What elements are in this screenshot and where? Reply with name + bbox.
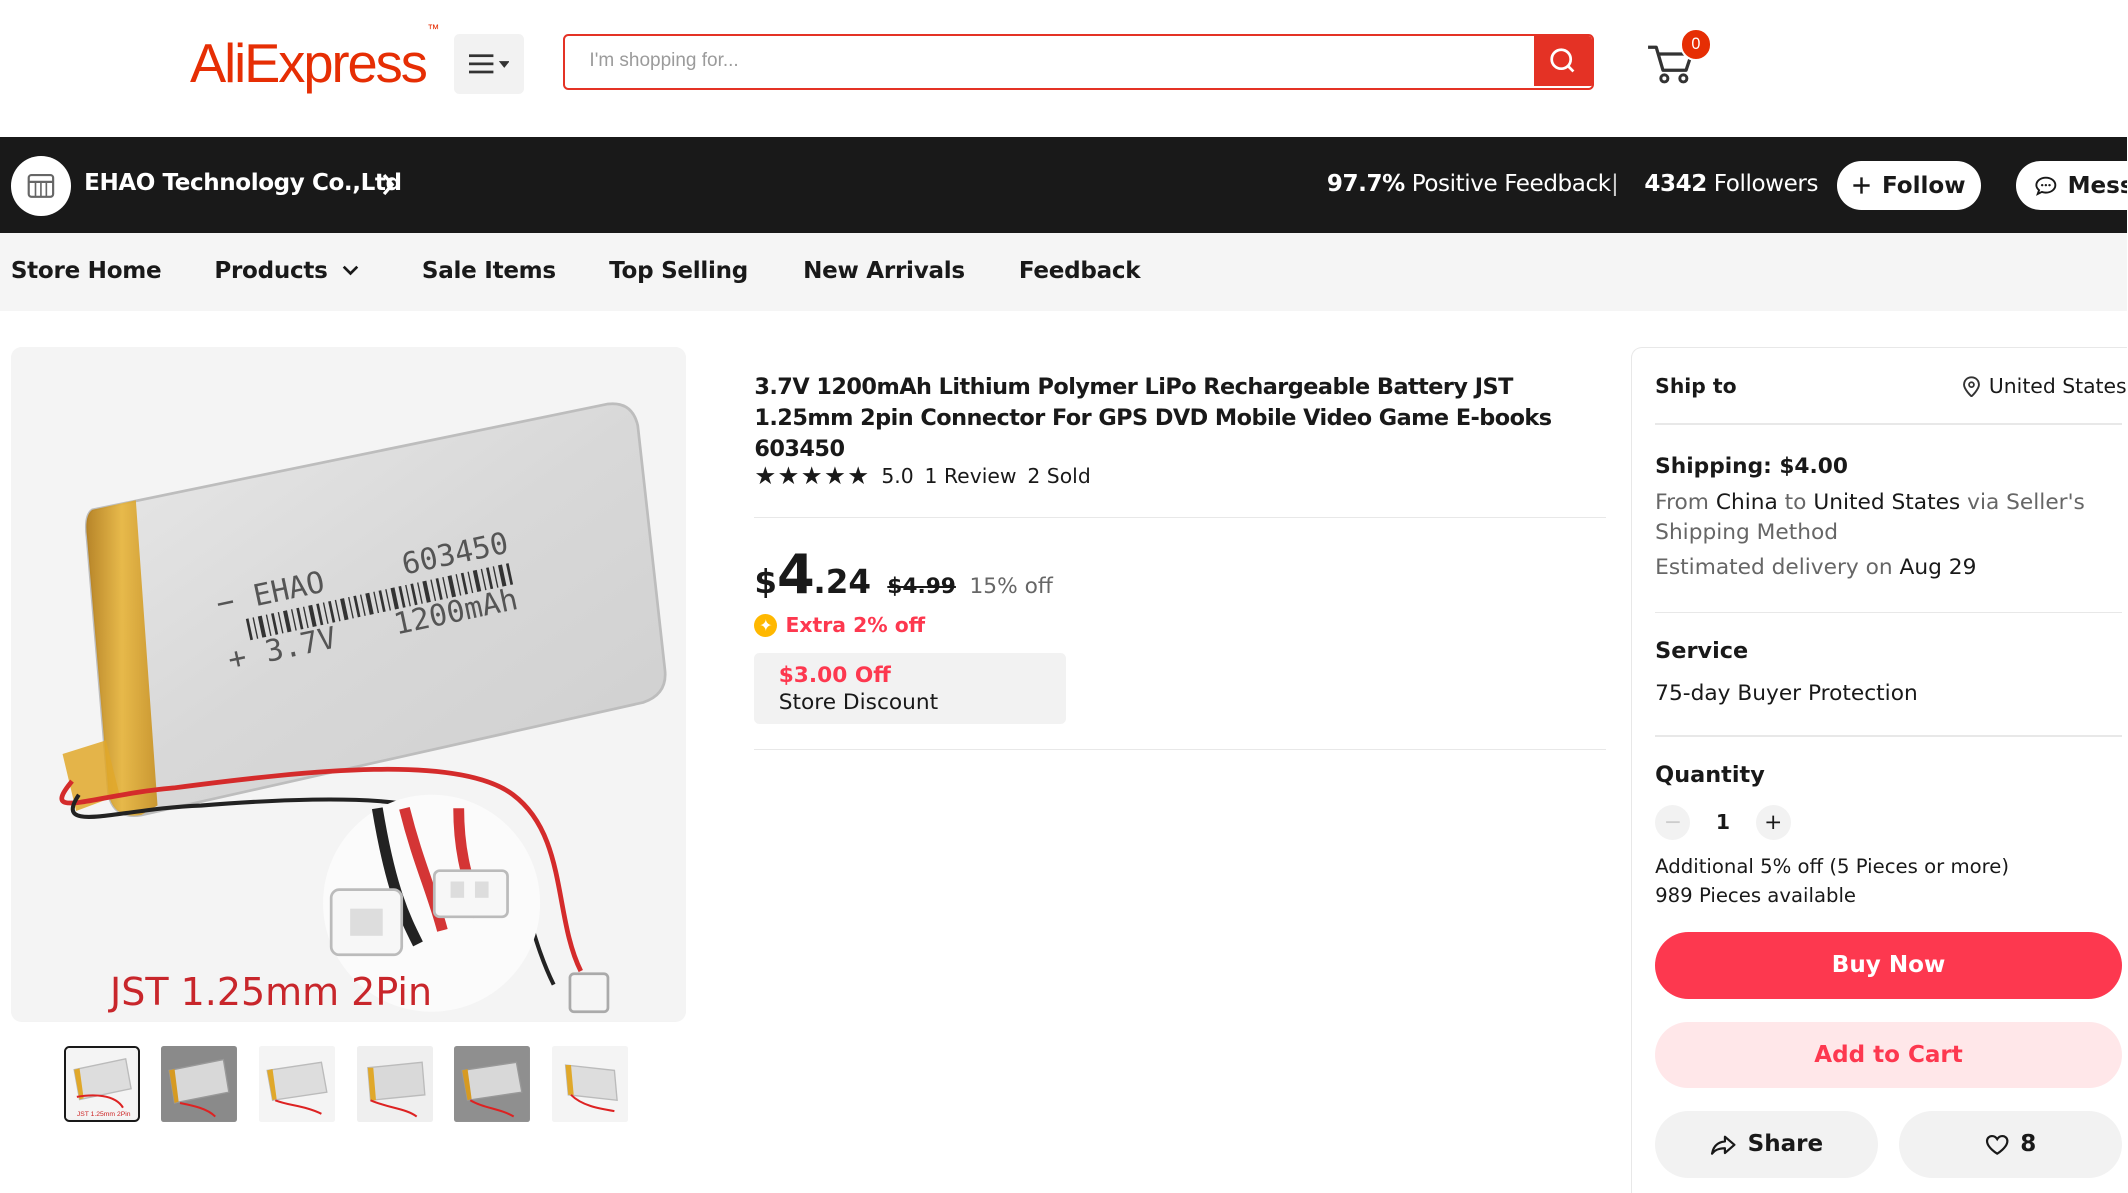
nav-top-selling[interactable]: Top Selling — [609, 258, 748, 284]
ship-to-label: Ship to — [1655, 374, 1737, 399]
service-heading: Service — [1655, 637, 1749, 664]
thumbnail[interactable]: JST 1.25mm 2Pin — [63, 1046, 140, 1122]
site-header: AliExpress™ 0 — [0, 0, 2128, 138]
ship-to-selector[interactable]: United States — [1962, 374, 2127, 398]
nav-new-arrivals[interactable]: New Arrivals — [803, 258, 965, 284]
quantity-increase-button[interactable]: + — [1755, 804, 1791, 840]
aliexpress-logo[interactable]: AliExpress™ — [190, 22, 439, 97]
estimated-delivery: Estimated delivery on Aug 29 — [1655, 554, 1977, 580]
store-bar: EHAO Technology Co.,Ltd 97.7% Positive F… — [0, 137, 2128, 234]
chevron-down-icon — [342, 265, 359, 276]
search-button[interactable] — [1533, 35, 1593, 87]
quantity-heading: Quantity — [1655, 762, 1765, 789]
coin-icon: ✦ — [754, 613, 778, 637]
thumbnail[interactable] — [454, 1046, 531, 1122]
quantity-decrease-button[interactable]: − — [1655, 804, 1691, 840]
thumbnail[interactable] — [552, 1046, 629, 1122]
plus-icon — [1853, 177, 1870, 194]
price-currency: $ — [754, 562, 777, 601]
store-logo-icon[interactable] — [10, 156, 71, 216]
share-icon — [1710, 1135, 1736, 1155]
stock-available: 989 Pieces available — [1655, 883, 1857, 907]
sold-count: 2 Sold — [1027, 463, 1091, 488]
chevron-right-icon[interactable] — [380, 171, 396, 198]
rating-value: 5.0 — [881, 463, 914, 488]
search-icon — [1550, 48, 1575, 73]
rating-row: ★★★★★ 5.0 1 Review 2 Sold — [754, 461, 1101, 490]
nav-sale-items[interactable]: Sale Items — [422, 258, 556, 284]
nav-store-home[interactable]: Store Home — [11, 258, 162, 284]
buy-now-button[interactable]: Buy Now — [1655, 932, 2122, 999]
store-name-link[interactable]: EHAO Technology Co.,Ltd — [84, 170, 402, 196]
add-to-cart-button[interactable]: Add to Cart — [1655, 1021, 2122, 1089]
coupon-amount: $3.00 Off — [778, 663, 891, 689]
price-decimal: .24 — [813, 562, 872, 601]
original-price: $4.99 — [887, 573, 956, 599]
discount-percent: 15% off — [969, 573, 1053, 599]
product-main-image[interactable]: − EHAO 603450 + 3.7V 1200mAh JST 1.25mm … — [10, 347, 687, 1022]
stat-divider: | — [1611, 169, 1619, 197]
image-caption: JST 1.25mm 2Pin — [108, 970, 432, 1014]
shipping-cost: Shipping: $4.00 — [1655, 454, 1848, 480]
divider — [1655, 423, 2122, 425]
search-input[interactable] — [565, 35, 1537, 87]
price-integer: 4 — [776, 542, 815, 606]
search-box — [563, 33, 1595, 90]
extra-discount: ✦ Extra 2% off — [754, 613, 925, 637]
quantity-value[interactable]: 1 — [1704, 810, 1742, 834]
divider — [754, 516, 1607, 519]
nav-products[interactable]: Products — [214, 258, 360, 284]
positive-feedback-stat: 97.7% Positive Feedback — [1326, 170, 1611, 197]
battery-illustration: − EHAO 603450 + 3.7V 1200mAh JST 1.25mm … — [10, 347, 687, 1022]
reviews-link[interactable]: 1 Review — [925, 464, 1017, 488]
svg-text:JST 1.25mm 2Pin: JST 1.25mm 2Pin — [77, 1111, 131, 1118]
heart-icon — [1985, 1134, 2009, 1155]
quantity-info: Additional 5% off (5 Pieces or more) 989… — [1655, 853, 2009, 910]
store-coupon[interactable]: $3.00 Off Store Discount — [754, 652, 1067, 725]
price-row: $ 4 .24 $4.99 15% off — [754, 543, 1052, 606]
share-button[interactable]: Share — [1655, 1111, 1878, 1178]
divider — [1655, 611, 2122, 614]
buyer-protection[interactable]: 75-day Buyer Protection — [1655, 681, 1918, 706]
message-button[interactable]: Messa — [2016, 161, 2128, 211]
follow-button[interactable]: Follow — [1836, 161, 1981, 211]
cart-count-badge: 0 — [1679, 28, 1713, 62]
thumbnail[interactable] — [259, 1046, 336, 1122]
thumbnail[interactable] — [161, 1046, 238, 1122]
shipping-route: From China to United States via Seller's… — [1655, 490, 2085, 546]
nav-feedback[interactable]: Feedback — [1019, 258, 1141, 284]
divider — [754, 748, 1607, 751]
bulk-discount-note: Additional 5% off (5 Pieces or more) — [1655, 855, 2010, 879]
chat-icon — [2035, 176, 2057, 196]
menu-icon — [468, 54, 510, 74]
thumbnail[interactable] — [356, 1046, 433, 1122]
star-rating-icon: ★★★★★ — [754, 461, 871, 491]
divider — [1655, 735, 2122, 737]
followers-stat: 4342 Followers — [1644, 170, 1819, 197]
wishlist-button[interactable]: 8 — [1899, 1111, 2122, 1178]
store-nav: Store Home Products Sale Items Top Selli… — [0, 233, 2128, 311]
coupon-label: Store Discount — [778, 690, 939, 716]
location-pin-icon — [1962, 375, 1980, 398]
category-menu-button[interactable] — [454, 33, 524, 94]
thumbnail-strip: JST 1.25mm 2Pin — [63, 1046, 629, 1122]
quantity-stepper: − 1 + — [1655, 804, 1791, 840]
product-title: 3.7V 1200mAh Lithium Polymer LiPo Rechar… — [754, 373, 1552, 463]
